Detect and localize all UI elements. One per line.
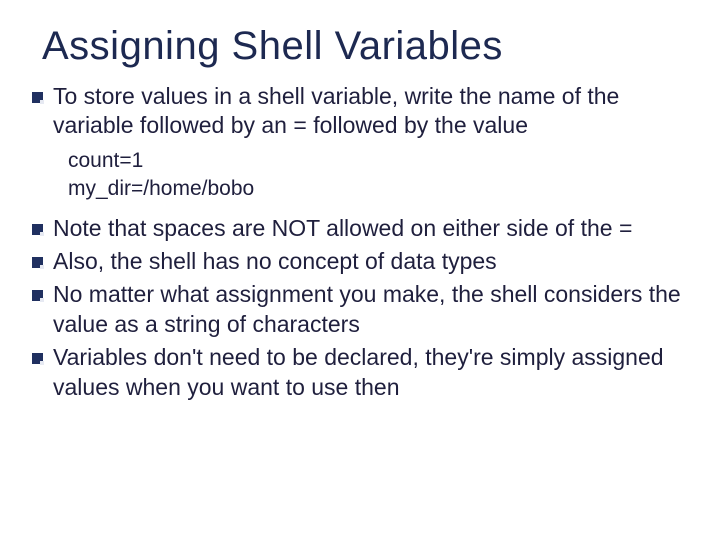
bullet-text: To store values in a shell variable, wri…	[53, 82, 692, 141]
bullet-text: Variables don't need to be declared, the…	[53, 343, 692, 402]
code-line: count=1	[68, 147, 692, 175]
square-bullet-icon	[32, 224, 43, 235]
square-bullet-icon	[32, 257, 43, 268]
page-title: Assigning Shell Variables	[42, 24, 692, 68]
code-example: count=1 my_dir=/home/bobo	[68, 147, 692, 204]
square-bullet-icon	[32, 353, 43, 364]
bullet-text: Also, the shell has no concept of data t…	[53, 247, 497, 276]
bullet-item: Also, the shell has no concept of data t…	[32, 247, 692, 276]
square-bullet-icon	[32, 92, 43, 103]
bullet-item: Variables don't need to be declared, the…	[32, 343, 692, 402]
bullet-item: No matter what assignment you make, the …	[32, 280, 692, 339]
slide: Assigning Shell Variables To store value…	[0, 0, 720, 540]
square-bullet-icon	[32, 290, 43, 301]
code-line: my_dir=/home/bobo	[68, 175, 692, 203]
bullet-text: Note that spaces are NOT allowed on eith…	[53, 214, 632, 243]
bullet-item: To store values in a shell variable, wri…	[32, 82, 692, 141]
bullet-item: Note that spaces are NOT allowed on eith…	[32, 214, 692, 243]
bullet-text: No matter what assignment you make, the …	[53, 280, 692, 339]
